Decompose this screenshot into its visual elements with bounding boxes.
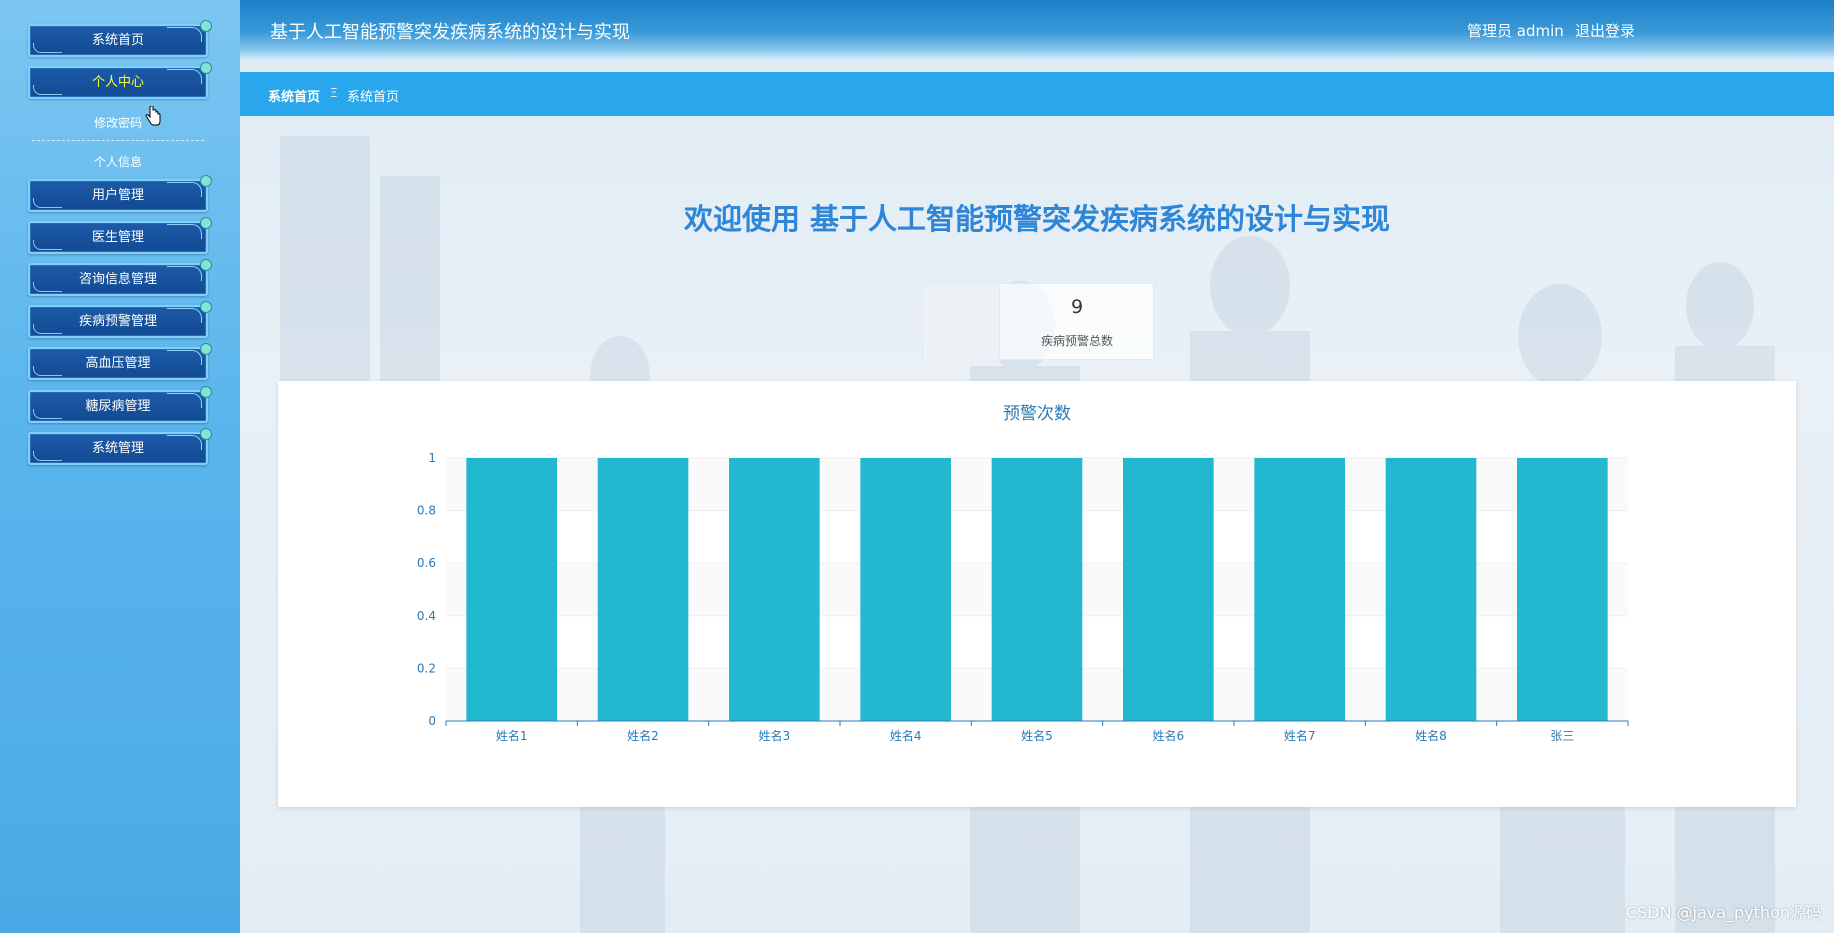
y-tick-label: 0.8 bbox=[417, 504, 436, 518]
top-header: 基于人工智能预警突发疾病系统的设计与实现 管理员 admin 退出登录 bbox=[240, 0, 1834, 60]
stat-value: 9 bbox=[1070, 296, 1084, 318]
sidebar-item-label: 系统管理 bbox=[91, 441, 144, 456]
bar-姓名6[interactable] bbox=[1123, 458, 1214, 721]
logout-link[interactable]: 退出登录 bbox=[1575, 20, 1635, 41]
bar-姓名5[interactable] bbox=[991, 458, 1083, 721]
chart-title: 预警次数 bbox=[1003, 404, 1071, 424]
chart-panel: 预警次数 0 0.2 0.4 0.6 0.8 1 姓名1 姓名2 姓名3 姓名4 姓名5 姓名6 姓名7… bbox=[278, 381, 1796, 807]
sidebar-item-home[interactable]: 系统首页 bbox=[28, 20, 212, 57]
sidebar-item-label: 医生管理 bbox=[91, 230, 144, 245]
sidebar-item-label: 高血压管理 bbox=[85, 356, 151, 371]
x-tick-label: 张三 bbox=[1550, 729, 1574, 743]
sidebar-item-label: 系统首页 bbox=[91, 33, 144, 48]
app-title: 基于人工智能预警突发疾病系统的设计与实现 bbox=[270, 22, 630, 43]
sidebar-item-diabetes[interactable]: 糖尿病管理 bbox=[28, 386, 212, 423]
breadcrumb: 系统首页 Ξ 系统首页 bbox=[240, 72, 1834, 116]
x-tick-label: 姓名1 bbox=[496, 728, 528, 743]
breadcrumb-current: 系统首页 bbox=[347, 90, 400, 105]
x-tick-label: 姓名6 bbox=[1153, 728, 1185, 743]
y-tick-label: 1 bbox=[428, 451, 436, 465]
sidebar-item-label: 疾病预警管理 bbox=[78, 314, 157, 329]
breadcrumb-home[interactable]: 系统首页 bbox=[268, 86, 320, 105]
breadcrumb-separator-icon: Ξ bbox=[330, 86, 338, 100]
bar-姓名3[interactable] bbox=[729, 458, 820, 721]
warning-count-bar-chart: 预警次数 0 0.2 0.4 0.6 0.8 1 姓名1 姓名2 姓名3 姓名4 姓名5 姓名6 姓名7… bbox=[417, 404, 1629, 743]
stat-icon-box bbox=[923, 284, 1000, 361]
x-tick-label: 姓名2 bbox=[627, 728, 659, 743]
sidebar-item-doctor-management[interactable]: 医生管理 bbox=[28, 217, 212, 254]
x-tick-label: 姓名5 bbox=[1021, 728, 1053, 743]
bar-姓名4[interactable] bbox=[860, 458, 951, 721]
submenu-divider bbox=[32, 140, 204, 141]
watermark: CSDN @java_python源码 bbox=[1625, 903, 1822, 922]
submenu-item-personal-info[interactable]: 个人信息 bbox=[28, 153, 208, 170]
welcome-heading: 欢迎使用 基于人工智能预警突发疾病系统的设计与实现 bbox=[683, 202, 1391, 236]
sidebar-item-consult-management[interactable]: 咨询信息管理 bbox=[28, 259, 212, 296]
bar-姓名1[interactable] bbox=[466, 458, 557, 721]
bar-姓名7[interactable] bbox=[1254, 458, 1345, 721]
sidebar: 系统首页 个人中心 修改密码 个人信息 用户管理 医生管理 咨询信息管理 疾病预… bbox=[0, 0, 240, 933]
sidebar-item-label: 个人中心 bbox=[91, 75, 144, 90]
x-tick-label: 姓名3 bbox=[759, 728, 791, 743]
submenu-item-label: 个人信息 bbox=[93, 155, 142, 169]
x-tick-label: 姓名4 bbox=[890, 728, 922, 743]
sidebar-item-disease-warning[interactable]: 疾病预警管理 bbox=[28, 301, 212, 338]
submenu-item-change-password[interactable]: 修改密码 bbox=[28, 114, 208, 131]
sidebar-item-label: 咨询信息管理 bbox=[78, 272, 157, 287]
stat-label: 疾病预警总数 bbox=[1040, 334, 1113, 348]
sidebar-item-label: 糖尿病管理 bbox=[85, 399, 151, 414]
sidebar-item-label: 用户管理 bbox=[91, 188, 144, 203]
bar-姓名2[interactable] bbox=[597, 458, 689, 721]
y-tick-label: 0.4 bbox=[417, 609, 436, 623]
y-tick-label: 0 bbox=[428, 714, 436, 728]
bar-姓名8[interactable] bbox=[1385, 458, 1477, 721]
bar-张三[interactable] bbox=[1517, 458, 1608, 721]
submenu-item-label: 修改密码 bbox=[93, 116, 142, 130]
x-tick-label: 姓名8 bbox=[1415, 728, 1447, 743]
sidebar-item-user-management[interactable]: 用户管理 bbox=[28, 175, 212, 212]
current-user: 管理员 admin bbox=[1467, 22, 1564, 40]
y-tick-label: 0.2 bbox=[417, 661, 436, 675]
sidebar-item-hypertension[interactable]: 高血压管理 bbox=[28, 343, 212, 380]
y-tick-label: 0.6 bbox=[417, 556, 436, 570]
sidebar-item-system-management[interactable]: 系统管理 bbox=[28, 428, 212, 465]
chart-bars bbox=[466, 458, 1608, 721]
hand-cursor-icon bbox=[145, 106, 161, 126]
sidebar-item-personal-center[interactable]: 个人中心 bbox=[28, 62, 212, 99]
x-tick-label: 姓名7 bbox=[1284, 728, 1316, 743]
stat-card-warning-total: 9 疾病预警总数 bbox=[922, 283, 1154, 361]
